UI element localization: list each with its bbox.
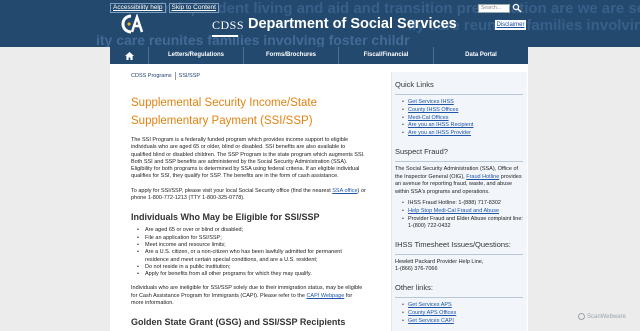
main-nav: Letters/Regulations Forms/Brochures Fisc… [110, 47, 528, 64]
banner-phrase-3: ity care reunites families involving fos… [96, 32, 410, 47]
disclaimer-button[interactable]: Disclaimer [495, 20, 526, 30]
accessibility-help-link[interactable]: Accessibility help [110, 3, 166, 13]
ineligible-paragraph: Individuals who are ineligible for SSI/S… [131, 285, 366, 307]
list-item: Meet income and resource limits; [137, 242, 366, 250]
sidebar: Quick Links Get Services IHSS County IHS… [391, 72, 527, 331]
list-item: Get Services CAPI [402, 318, 523, 326]
other-links-title: Other links: [395, 282, 433, 292]
sidebar-divider [395, 160, 523, 162]
cdss-logo[interactable]: CDSS [212, 16, 244, 37]
other-link-get-services-aps[interactable]: Get Services APS [408, 302, 452, 308]
page-content: CDSS Programs SSI/SSP Supplemental Secur… [110, 64, 528, 331]
ca-gov-logo-icon[interactable] [118, 14, 144, 34]
quick-link-medi-cal-offices[interactable]: Medi-Cal Offices [408, 115, 449, 121]
ssa-office-link[interactable]: SSA office [332, 188, 357, 194]
search-icon[interactable] [512, 3, 522, 13]
intro-paragraph: The SSI Program is a federally funded pr… [131, 137, 365, 180]
banner-phrase-1: independent living and aid and transitio… [160, 0, 640, 17]
breadcrumb-cdss-programs[interactable]: CDSS Programs [131, 73, 172, 79]
page-title: Supplemental Security Income/State Suppl… [131, 97, 318, 127]
list-item: Are you an IHSS Recipient [402, 122, 523, 130]
cdss-logo-underline [212, 35, 238, 37]
fraud-hotline-link[interactable]: Fraud Hotline [466, 174, 499, 180]
quick-link-county-ihss-offices[interactable]: County IHSS Offices [408, 107, 458, 113]
list-item: Are a U.S. citizen, or a non-citizen who… [137, 249, 366, 264]
gsg-heading: Golden State Grant (GSG) and SSI/SSP Rec… [131, 317, 346, 328]
nav-home[interactable] [110, 47, 148, 64]
list-item: Are aged 65 or over or blind or disabled… [137, 227, 366, 235]
fraud-paragraph: The Social Security Administration (SSA)… [395, 166, 523, 196]
timesheet-line-1: Hewlett Packard Provider Help Line, [395, 258, 484, 265]
list-item: Provider Fraud and Elder Abuse complaint… [402, 216, 523, 231]
list-item: IHSS Fraud Hotline: 1-(888) 717-8302 [402, 200, 523, 208]
list-item: Help Stop Medi-Cal Fraud and Abuse [402, 208, 523, 216]
sidebar-divider [395, 296, 523, 298]
other-links-list: Get Services APS County APS Offices Get … [402, 302, 523, 326]
list-item: Are you an IHSS Provider [402, 130, 523, 138]
quick-link-ihss-provider[interactable]: Are you an IHSS Provider [408, 130, 471, 136]
nav-item-letters-regulations[interactable]: Letters/Regulations [149, 47, 243, 64]
sidebar-divider [395, 253, 523, 255]
apply-paragraph: To apply for SSI/SSP, please visit your … [131, 188, 366, 203]
sidebar-divider [395, 94, 523, 95]
breadcrumb-separator [174, 72, 176, 80]
watermark-text: ScanWebware [587, 313, 626, 320]
timesheet-line-2: 1-(866) 376-7066 [395, 266, 438, 273]
fraud-list: IHSS Fraud Hotline: 1-(888) 717-8302 Hel… [402, 200, 523, 231]
home-icon [124, 51, 134, 60]
fraud-title: Suspect Fraud? [395, 146, 448, 156]
list-item: County APS Offices [402, 310, 523, 318]
nav-item-fiscal-financial[interactable]: Fiscal/Financial [339, 47, 433, 64]
quick-link-ihss-recipient[interactable]: Are you an IHSS Recipient [408, 122, 473, 128]
other-link-get-services-capi[interactable]: Get Services CAPI [408, 318, 454, 324]
list-item: Get Services APS [402, 302, 523, 310]
quick-links-title: Quick Links [395, 80, 434, 89]
nav-item-forms-brochures[interactable]: Forms/Brochures [244, 47, 338, 64]
search-input[interactable]: Search... [478, 4, 510, 13]
header-banner: independent living and aid and transitio… [0, 0, 640, 47]
list-item: Do not reside in a public institution; [137, 264, 366, 272]
quick-links-list: Get Services IHSS County IHSS Offices Me… [402, 99, 523, 138]
skip-links: Accessibility help Skip to Content [110, 3, 219, 13]
watermark: ScanWebware [578, 313, 626, 320]
list-item: County IHSS Offices [402, 107, 523, 115]
breadcrumb-ssi-ssp[interactable]: SSI/SSP [179, 73, 200, 79]
main-column: CDSS Programs SSI/SSP Supplemental Secur… [131, 72, 366, 328]
cdss-logo-text: CDSS [212, 18, 245, 32]
watermark-icon [578, 313, 585, 320]
other-link-county-aps-offices[interactable]: County APS Offices [408, 310, 456, 316]
skip-to-content-link[interactable]: Skip to Content [168, 3, 219, 13]
nav-item-data-portal[interactable]: Data Portal [434, 47, 528, 64]
list-item: Medi-Cal Offices [402, 115, 523, 123]
eligible-list: Are aged 65 or over or blind or disabled… [137, 227, 366, 279]
timesheet-title: IHSS Timesheet Issues/Questions: [395, 239, 511, 249]
list-item: Get Services IHSS [402, 99, 523, 107]
list-item: Apply for benefits from all other progra… [137, 271, 366, 279]
breadcrumb: CDSS Programs SSI/SSP [131, 72, 366, 80]
eligible-heading: Individuals Who May be Eligible for SSI/… [131, 212, 320, 223]
list-item: File an application for SSI/SSP; [137, 235, 366, 243]
quick-link-get-services-ihss[interactable]: Get Services IHSS [408, 99, 454, 105]
capi-webpage-link[interactable]: CAPI Webpage [306, 293, 344, 299]
department-title[interactable]: Department of Social Services [248, 16, 457, 32]
stop-medi-cal-fraud-link[interactable]: Help Stop Medi-Cal Fraud and Abuse [408, 208, 499, 214]
apply-text-pre: To apply for SSI/SSP, please visit your … [131, 187, 333, 194]
